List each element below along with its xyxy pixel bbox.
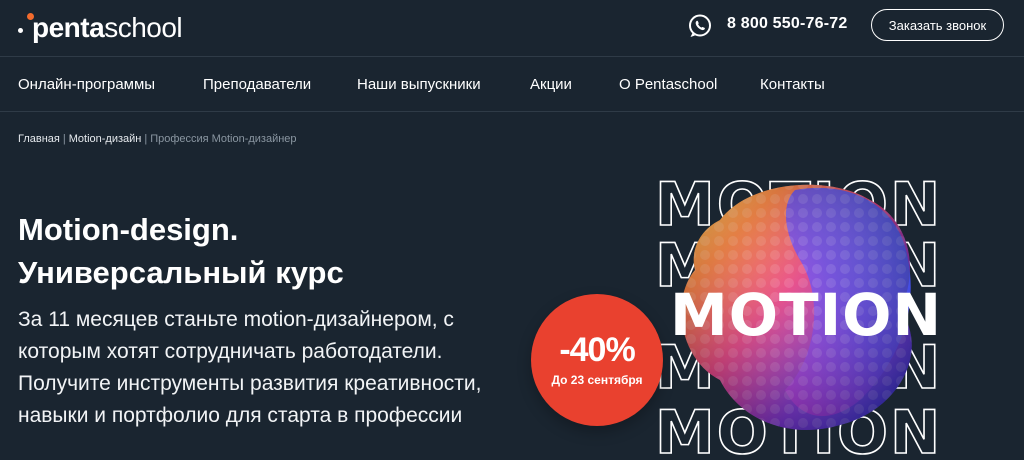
nav-item-contacts[interactable]: Контакты <box>760 76 825 93</box>
hero-desc-line3: Получите инструменты развития креативнос… <box>18 372 482 395</box>
logo-dots-icon <box>18 13 34 43</box>
logo-text: pentaschool <box>32 12 183 43</box>
breadcrumb-current: Профессия Motion-дизайнер <box>150 133 297 145</box>
breadcrumb-separator: | <box>62 133 66 145</box>
hero-title: Motion-design. Универсальный курс <box>18 208 344 294</box>
nav-item-about[interactable]: О Pentaschool <box>619 76 717 93</box>
hero-description: За 11 месяцев станьте motion-дизайнером,… <box>18 304 538 432</box>
callback-button[interactable]: Заказать звонок <box>871 9 1004 41</box>
hero-desc-line4: навыки и портфолио для старта в професси… <box>18 404 463 427</box>
hero-title-line2: Универсальный курс <box>18 255 344 290</box>
discount-percent: -40% <box>559 331 635 369</box>
breadcrumb-separator: | <box>144 133 148 145</box>
nav-item-promotions[interactable]: Акции <box>530 76 572 93</box>
discount-badge[interactable]: -40% До 23 сентября <box>531 294 663 426</box>
discount-deadline: До 23 сентября <box>551 373 643 387</box>
phone-number[interactable]: 8 800 550-76-72 <box>727 15 847 33</box>
main-nav: Онлайн-программы Преподаватели Наши выпу… <box>0 57 1024 112</box>
hero-desc-line2: которым хотят сотрудничать работодатели. <box>18 340 443 363</box>
breadcrumb-home[interactable]: Главная <box>18 133 60 145</box>
logo-text-bold: penta <box>32 12 105 43</box>
nav-item-teachers[interactable]: Преподаватели <box>203 76 311 93</box>
whatsapp-icon[interactable] <box>687 13 713 39</box>
hero-desc-line1: За 11 месяцев станьте motion-дизайнером,… <box>18 308 454 331</box>
pentaschool-logo[interactable]: pentaschool <box>18 10 183 46</box>
breadcrumb: Главная | Motion-дизайн | Профессия Motion-д… <box>18 133 297 145</box>
motion-solid-word: MOTION <box>670 281 942 349</box>
breadcrumb-section[interactable]: Motion-дизайн <box>69 133 142 145</box>
motion-hero-graphic: MOTION MOTION MOTION MOTION MOTION <box>654 169 942 460</box>
hero-title-line1: Motion-design. <box>18 212 239 247</box>
site-header: pentaschool 8 800 550-76-72 Заказать зво… <box>0 0 1024 57</box>
nav-item-graduates[interactable]: Наши выпускники <box>357 76 481 93</box>
nav-item-programs[interactable]: Онлайн-программы <box>18 76 155 93</box>
logo-text-light: school <box>104 12 183 43</box>
